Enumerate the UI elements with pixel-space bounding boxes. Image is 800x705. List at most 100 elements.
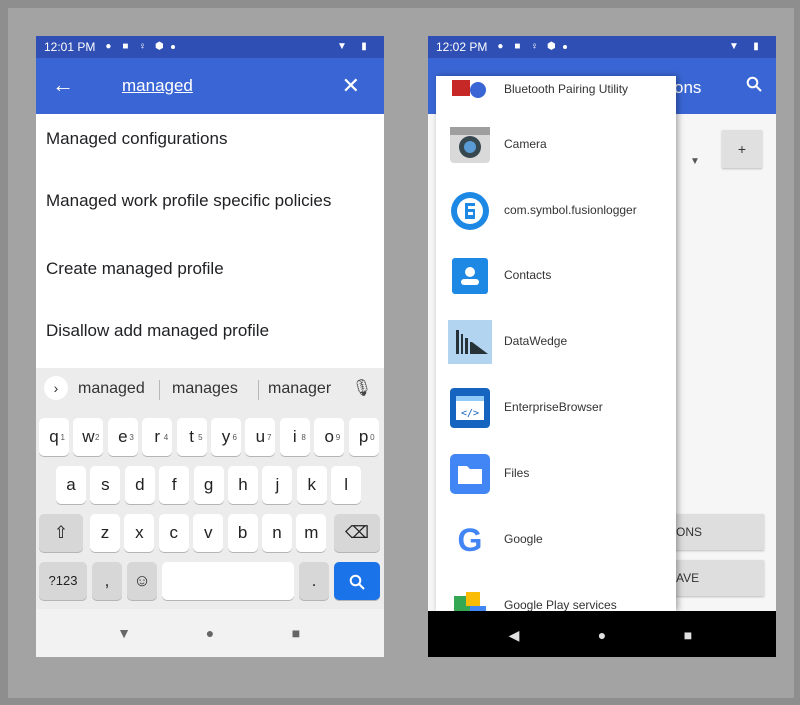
- key-label: t: [189, 427, 194, 446]
- search-toolbar: ← managed ✕: [36, 58, 384, 114]
- clear-search-icon[interactable]: ✕: [342, 73, 360, 99]
- period-key[interactable]: .: [299, 562, 329, 600]
- suggestion-word[interactable]: manager: [268, 380, 331, 398]
- key-g[interactable]: g: [193, 466, 224, 504]
- background-button[interactable]: ONS: [670, 514, 764, 550]
- app-name: Files: [504, 466, 530, 480]
- key-label: v: [203, 523, 213, 542]
- app-list-item[interactable]: Google Play services: [436, 574, 676, 611]
- key-d[interactable]: d: [124, 466, 155, 504]
- back-arrow-icon[interactable]: ←: [50, 72, 76, 98]
- key-r[interactable]: r4: [142, 418, 173, 456]
- notification-icon: ●: [497, 41, 504, 52]
- files-icon: [448, 452, 492, 496]
- dropdown-arrow-icon[interactable]: ▼: [690, 156, 700, 167]
- key-label: r: [154, 427, 161, 446]
- suggestion-divider: [159, 380, 160, 400]
- key-w[interactable]: w2: [73, 418, 104, 456]
- key-f[interactable]: f: [159, 466, 190, 504]
- app-list-item[interactable]: Bluetooth Pairing Utility: [436, 76, 676, 108]
- nav-home-icon[interactable]: ●: [592, 625, 612, 645]
- key-n[interactable]: n: [262, 514, 292, 552]
- key-v[interactable]: v: [193, 514, 224, 552]
- key-c[interactable]: c: [158, 514, 189, 552]
- status-time: 12:01 PM: [44, 40, 96, 54]
- emoji-key[interactable]: ☺: [127, 562, 157, 600]
- key-label: m: [304, 523, 319, 542]
- key-y[interactable]: y6: [211, 418, 241, 456]
- key-hint: 6: [232, 433, 237, 442]
- app-list-item[interactable]: Contacts: [436, 244, 676, 308]
- key-label: g: [203, 475, 214, 494]
- key-a[interactable]: a: [56, 466, 86, 504]
- datawedge-icon: [448, 320, 492, 364]
- fusionlogger-icon: [448, 189, 492, 233]
- status-bar: 12:01 PM ● ■ ♀ ⬢ ▼ ▮: [36, 36, 384, 58]
- nav-back-icon[interactable]: ▼: [114, 623, 134, 643]
- status-time: 12:02 PM: [436, 40, 488, 54]
- app-list-item[interactable]: com.symbol.fusionlogger: [436, 179, 676, 243]
- search-enter-key[interactable]: [334, 562, 380, 600]
- nav-recents-icon[interactable]: ■: [286, 623, 306, 643]
- key-label: u: [255, 427, 266, 446]
- suggestion-word[interactable]: manages: [172, 380, 238, 398]
- key-q[interactable]: q1: [39, 418, 69, 456]
- search-icon[interactable]: [746, 76, 762, 97]
- background-button[interactable]: AVE: [670, 560, 764, 596]
- wifi-icon: ▼: [729, 41, 739, 52]
- search-result-item[interactable]: Disallow add managed profile: [46, 320, 366, 342]
- search-result-item[interactable]: Managed work profile specific policies: [46, 190, 366, 212]
- key-l[interactable]: l: [331, 466, 362, 504]
- nav-recents-icon[interactable]: ■: [678, 625, 698, 645]
- key-hint: 8: [301, 433, 306, 442]
- key-k[interactable]: k: [296, 466, 327, 504]
- battery-icon: ▮: [753, 41, 759, 52]
- search-result-item[interactable]: Create managed profile: [46, 258, 366, 280]
- suggestion-word[interactable]: managed: [78, 380, 145, 398]
- key-m[interactable]: m: [296, 514, 327, 552]
- chevron-right-icon[interactable]: ›: [44, 376, 68, 400]
- shield-icon: ⬢: [547, 41, 556, 52]
- key-e[interactable]: e3: [107, 418, 138, 456]
- key-hint: 3: [129, 433, 134, 442]
- key-s[interactable]: s: [90, 466, 121, 504]
- app-list-item[interactable]: G Google: [436, 508, 676, 572]
- navigation-bar: ◀ ● ■: [428, 611, 776, 657]
- svg-text:</>: </>: [461, 408, 479, 419]
- key-b[interactable]: b: [227, 514, 258, 552]
- key-x[interactable]: x: [124, 514, 155, 552]
- key-p[interactable]: p0: [348, 418, 379, 456]
- key-t[interactable]: t5: [176, 418, 207, 456]
- key-hint: 9: [335, 433, 341, 442]
- key-label: s: [101, 475, 110, 494]
- symbols-key[interactable]: ?123: [39, 562, 87, 600]
- location-icon: ♀: [138, 41, 147, 52]
- nav-back-icon[interactable]: ◀: [504, 625, 524, 645]
- space-key[interactable]: [162, 562, 294, 600]
- bluetooth-pairing-icon: [448, 76, 492, 98]
- app-list-item[interactable]: Files: [436, 442, 676, 506]
- comma-key[interactable]: ,: [92, 562, 122, 600]
- key-u[interactable]: u7: [245, 418, 276, 456]
- more-notifications-icon: [171, 45, 176, 49]
- search-input[interactable]: managed: [122, 76, 193, 96]
- key-label: y: [221, 427, 231, 446]
- key-j[interactable]: j: [262, 466, 293, 504]
- app-list-item[interactable]: DataWedge: [436, 310, 676, 374]
- app-list-item[interactable]: Camera: [436, 113, 676, 177]
- search-result-item[interactable]: Managed configurations: [46, 128, 366, 150]
- key-h[interactable]: h: [228, 466, 258, 504]
- key-label: ,: [104, 571, 110, 590]
- key-label: i: [292, 427, 297, 446]
- nav-home-icon[interactable]: ●: [200, 623, 220, 643]
- microphone-icon[interactable]: 🎙: [352, 378, 372, 398]
- app-list-item[interactable]: </> EnterpriseBrowser: [436, 376, 676, 440]
- key-o[interactable]: o9: [314, 418, 345, 456]
- shift-key[interactable]: ⇧: [39, 514, 83, 552]
- key-z[interactable]: z: [90, 514, 120, 552]
- contacts-icon: [448, 254, 492, 298]
- key-i[interactable]: i8: [279, 418, 310, 456]
- backspace-key[interactable]: ⌫: [334, 514, 380, 552]
- key-label: f: [171, 475, 177, 494]
- add-button[interactable]: +: [722, 130, 762, 168]
